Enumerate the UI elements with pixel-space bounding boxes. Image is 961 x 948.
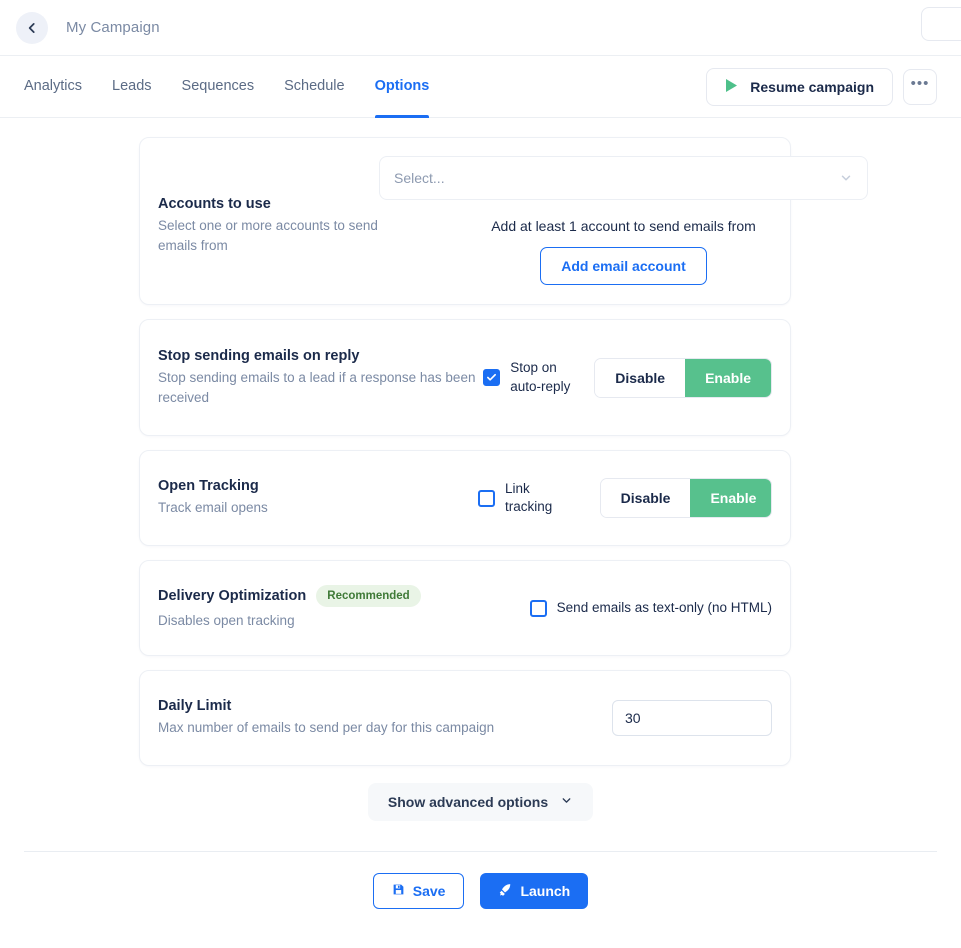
tab-bar: Analytics Leads Sequences Schedule Optio…: [0, 56, 961, 118]
accounts-empty-state: Add at least 1 account to send emails fr…: [379, 218, 868, 285]
tab-label: Sequences: [181, 77, 255, 94]
tab-leads[interactable]: Leads: [112, 56, 152, 117]
enable-button[interactable]: Enable: [690, 479, 771, 517]
card-delivery-optimization-text: Delivery Optimization Recommended Disabl…: [158, 585, 498, 631]
resume-campaign-label: Resume campaign: [750, 78, 874, 95]
card-daily-limit-text: Daily Limit Max number of emails to send…: [158, 698, 558, 738]
card-delivery-optimization-controls: Send emails as text-only (no HTML): [529, 599, 772, 617]
more-options-button[interactable]: •••: [903, 68, 937, 105]
tab-list: Analytics Leads Sequences Schedule Optio…: [24, 56, 459, 118]
tab-sequences[interactable]: Sequences: [182, 56, 255, 117]
disable-button[interactable]: Disable: [595, 358, 686, 397]
open-tracking-toggle-group: Disable Enable: [599, 478, 772, 518]
chevron-down-icon[interactable]: [839, 171, 853, 185]
tab-label: Analytics: [24, 77, 83, 94]
card-title: Stop sending emails on reply: [158, 347, 360, 364]
launch-button[interactable]: Launch: [480, 873, 589, 909]
card-title: Daily Limit: [158, 698, 232, 715]
footer-actions: Save Launch: [0, 852, 961, 909]
card-stop-on-reply-controls: Stop on auto-reply Disable Enable: [483, 357, 772, 398]
card-open-tracking-controls: Link tracking Disable Enable: [478, 478, 772, 518]
card-stop-on-reply-text: Stop sending emails on reply Stop sendin…: [158, 348, 478, 407]
card-title: Delivery Optimization: [158, 588, 307, 605]
disable-button[interactable]: Disable: [600, 479, 691, 517]
checkbox-label: Link tracking: [505, 480, 553, 514]
ellipsis-icon: •••: [910, 75, 930, 92]
save-label: Save: [412, 883, 446, 899]
card-accounts-to-use: Accounts to use Select one or more accou…: [139, 137, 868, 305]
floppy-disk-icon: [392, 883, 405, 899]
top-right-panel[interactable]: [921, 7, 961, 41]
play-icon: [725, 78, 738, 96]
add-email-account-button[interactable]: Add email account: [540, 247, 707, 285]
tab-options[interactable]: Options: [374, 56, 430, 118]
card-accounts-text: Accounts to use Select one or more accou…: [158, 196, 388, 255]
stop-on-auto-reply-checkbox[interactable]: Stop on auto-reply: [483, 359, 572, 395]
card-delivery-optimization: Delivery Optimization Recommended Disabl…: [139, 560, 791, 656]
back-button[interactable]: [16, 11, 48, 44]
launch-label: Launch: [520, 883, 571, 899]
card-subtitle: Disables open tracking: [158, 613, 295, 629]
show-advanced-options-label: Show advanced options: [387, 794, 549, 810]
card-subtitle: Max number of emails to send per day for…: [158, 720, 495, 736]
tab-schedule[interactable]: Schedule: [284, 56, 344, 117]
chevron-left-icon: [25, 21, 39, 35]
checkbox-checked-icon[interactable]: [483, 369, 501, 386]
card-open-tracking-text: Open Tracking Track email opens: [158, 478, 478, 518]
resume-campaign-button[interactable]: Resume campaign: [706, 67, 893, 106]
options-content: Accounts to use Select one or more accou…: [0, 118, 961, 909]
page-title: My Campaign: [66, 19, 160, 36]
card-subtitle: Track email opens: [158, 500, 268, 516]
card-daily-limit-controls: [612, 700, 772, 736]
card-subtitle: Select one or more accounts to send emai…: [158, 218, 378, 253]
show-advanced-options-button[interactable]: Show advanced options: [367, 783, 594, 821]
card-stop-on-reply: Stop sending emails on reply Stop sendin…: [139, 319, 791, 436]
advanced-options-row: Show advanced options: [0, 783, 961, 821]
card-daily-limit: Daily Limit Max number of emails to send…: [139, 670, 791, 766]
accounts-empty-message: Add at least 1 account to send emails fr…: [491, 218, 756, 234]
daily-limit-input[interactable]: [612, 700, 772, 736]
card-subtitle: Stop sending emails to a lead if a respo…: [158, 369, 476, 405]
link-tracking-checkbox[interactable]: Link tracking: [478, 480, 578, 516]
top-bar: My Campaign: [0, 0, 961, 56]
tab-actions: Resume campaign •••: [706, 67, 937, 106]
accounts-select-placeholder: Select...: [394, 170, 445, 186]
enable-button[interactable]: Enable: [685, 358, 771, 397]
card-open-tracking: Open Tracking Track email opens Link tra…: [139, 450, 791, 546]
tab-label: Leads: [112, 77, 152, 94]
chevron-down-icon: [560, 794, 573, 810]
stop-on-reply-toggle-group: Disable Enable: [594, 357, 772, 398]
tab-label: Options: [374, 77, 430, 94]
checkbox-label: Send emails as text-only (no HTML): [556, 599, 772, 615]
card-title: Open Tracking: [158, 478, 259, 495]
tab-analytics[interactable]: Analytics: [24, 56, 82, 117]
recommended-badge: Recommended: [316, 585, 421, 608]
rocket-icon: [498, 883, 512, 900]
checkbox-unchecked-icon[interactable]: [529, 599, 547, 617]
save-button[interactable]: Save: [372, 873, 465, 909]
checkbox-unchecked-icon[interactable]: [478, 489, 495, 507]
tab-label: Schedule: [284, 77, 345, 94]
text-only-checkbox[interactable]: Send emails as text-only (no HTML): [529, 599, 772, 617]
accounts-select[interactable]: Select...: [379, 156, 868, 200]
checkbox-label: Stop on auto-reply: [510, 360, 571, 394]
card-title: Accounts to use: [158, 196, 271, 212]
